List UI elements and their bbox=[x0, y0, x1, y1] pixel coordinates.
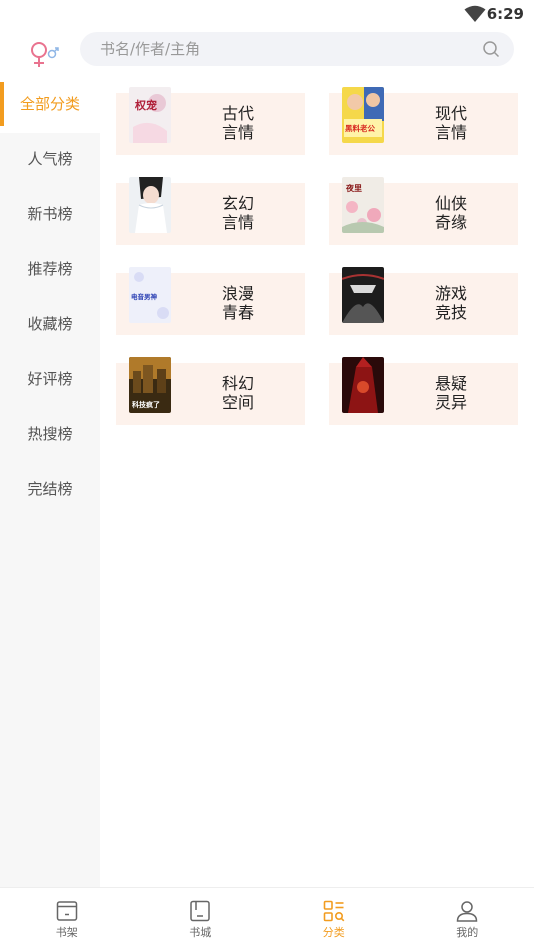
sidebar-item-label: 热搜榜 bbox=[27, 425, 73, 443]
bottom-nav: 书架 书城 分类 我的 bbox=[0, 887, 534, 949]
category-card-youth-romance[interactable]: 电音男神 浪漫 青春 bbox=[116, 267, 305, 335]
category-label: 科幻 空间 bbox=[221, 374, 254, 412]
nav-bookshelf[interactable]: 书架 bbox=[0, 888, 134, 949]
category-card-mystery[interactable]: 悬疑 灵异 bbox=[329, 357, 518, 425]
status-time: 6:29 bbox=[486, 5, 524, 23]
category-card-sci-fi[interactable]: 科技疯了 科幻 空间 bbox=[116, 357, 305, 425]
sidebar-item-label: 收藏榜 bbox=[27, 315, 73, 333]
category-card-fantasy-romance[interactable]: 玄幻 言情 bbox=[116, 177, 305, 245]
book-cover: 黑料老公 bbox=[342, 87, 384, 143]
status-bar: 6:29 bbox=[0, 0, 534, 28]
category-icon bbox=[323, 900, 345, 922]
category-label: 古代 言情 bbox=[221, 104, 254, 142]
sidebar-item-label: 人气榜 bbox=[27, 150, 73, 168]
category-label: 浪漫 青春 bbox=[221, 284, 254, 322]
nav-bookstore[interactable]: 书城 bbox=[134, 888, 268, 949]
category-label: 玄幻 言情 bbox=[221, 194, 254, 232]
sidebar-item-new-books[interactable]: 新书榜 bbox=[0, 188, 100, 243]
book-cover bbox=[342, 357, 384, 413]
sidebar-item-top-rated[interactable]: 好评榜 bbox=[0, 353, 100, 408]
category-label: 游戏 竞技 bbox=[434, 284, 467, 322]
gender-switch-icon[interactable] bbox=[26, 36, 66, 70]
sidebar-item-favorites[interactable]: 收藏榜 bbox=[0, 298, 100, 353]
book-cover: 科技疯了 bbox=[129, 357, 171, 413]
book-cover: 电音男神 bbox=[129, 267, 171, 323]
category-label: 仙侠 奇缘 bbox=[434, 194, 467, 232]
bookshelf-icon bbox=[56, 901, 77, 921]
cover-title: 夜里 bbox=[345, 183, 362, 193]
sidebar-item-recommended[interactable]: 推荐榜 bbox=[0, 243, 100, 298]
wifi-icon bbox=[464, 5, 486, 22]
nav-categories[interactable]: 分类 bbox=[267, 888, 401, 949]
sidebar-item-label: 新书榜 bbox=[27, 205, 73, 223]
sidebar-item-completed[interactable]: 完结榜 bbox=[0, 463, 100, 518]
book-cover bbox=[342, 267, 384, 323]
user-icon bbox=[456, 901, 478, 922]
book-cover bbox=[129, 177, 171, 233]
category-label: 悬疑 灵异 bbox=[434, 374, 467, 412]
sidebar-item-label: 好评榜 bbox=[27, 370, 73, 388]
sidebar-item-label: 全部分类 bbox=[19, 95, 80, 113]
nav-label: 我的 bbox=[456, 926, 479, 939]
category-label: 现代 言情 bbox=[434, 104, 467, 142]
search-box[interactable] bbox=[80, 32, 514, 66]
nav-profile[interactable]: 我的 bbox=[401, 888, 534, 949]
category-sidebar: 全部分类 人气榜 新书榜 推荐榜 收藏榜 好评榜 热搜榜 完结榜 bbox=[0, 78, 100, 888]
sidebar-item-label: 完结榜 bbox=[27, 480, 73, 498]
nav-label: 书架 bbox=[55, 926, 78, 939]
search-input[interactable] bbox=[100, 32, 480, 66]
book-icon bbox=[190, 900, 210, 922]
cover-title: 科技疯了 bbox=[132, 400, 160, 409]
sidebar-item-popular[interactable]: 人气榜 bbox=[0, 133, 100, 188]
sidebar-item-label: 推荐榜 bbox=[27, 260, 73, 278]
category-card-xianxia[interactable]: 夜里 仙侠 奇缘 bbox=[329, 177, 518, 245]
category-card-modern-romance[interactable]: 黑料老公 现代 言情 bbox=[329, 87, 518, 155]
nav-label: 分类 bbox=[322, 926, 345, 939]
cover-title: 电音男神 bbox=[131, 292, 158, 301]
cover-title: 黑料老公 bbox=[345, 123, 375, 133]
category-card-ancient-romance[interactable]: 权宠 古代 言情 bbox=[116, 87, 305, 155]
book-cover: 夜里 bbox=[342, 177, 384, 233]
sidebar-item-trending-search[interactable]: 热搜榜 bbox=[0, 408, 100, 463]
category-card-gaming[interactable]: 游戏 竞技 bbox=[329, 267, 518, 335]
header bbox=[0, 28, 534, 78]
search-icon[interactable] bbox=[482, 40, 500, 58]
book-cover: 权宠 bbox=[129, 87, 171, 143]
sidebar-item-all-categories[interactable]: 全部分类 bbox=[0, 78, 100, 133]
nav-label: 书城 bbox=[189, 926, 212, 939]
cover-title: 权宠 bbox=[134, 98, 157, 112]
